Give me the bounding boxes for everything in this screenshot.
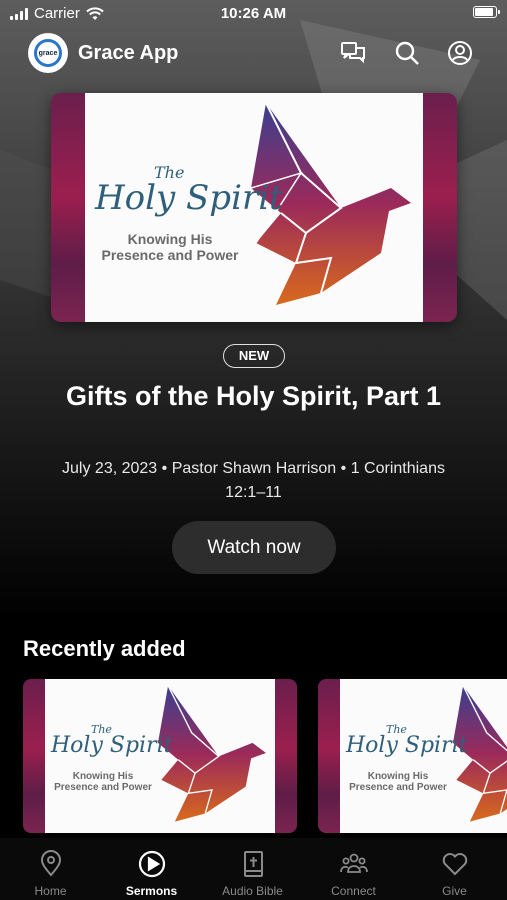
- tab-label: Audio Bible: [222, 884, 283, 898]
- artwork-script-title: Holy Spirit: [51, 733, 173, 758]
- featured-sermon-artwork[interactable]: The Holy Spirit Knowing His Presence and…: [51, 93, 457, 322]
- artwork-subtitle-line2: Presence and Power: [349, 782, 447, 793]
- church-logo[interactable]: grace: [28, 33, 68, 73]
- new-badge: NEW: [223, 344, 285, 368]
- tab-bar: Home Sermons Audio Bible Connect Give: [0, 838, 507, 900]
- artwork-script-title: Holy Spirit: [346, 733, 468, 758]
- recently-added-heading: Recently added: [23, 636, 186, 661]
- tab-audio-bible[interactable]: Audio Bible: [202, 838, 303, 900]
- tab-sermons[interactable]: Sermons: [101, 838, 202, 900]
- search-icon[interactable]: [393, 39, 421, 67]
- tab-label: Connect: [331, 884, 376, 898]
- sermon-title[interactable]: Gifts of the Holy Spirit, Part 1: [30, 378, 477, 415]
- tab-label: Sermons: [125, 884, 178, 898]
- tab-connect[interactable]: Connect: [303, 838, 404, 900]
- tab-label: Give: [442, 884, 467, 898]
- heart-icon: [441, 850, 469, 878]
- artwork-subtitle-line2: Presence and Power: [54, 782, 152, 793]
- play-circle-icon: [138, 850, 166, 878]
- tab-home[interactable]: Home: [0, 838, 101, 900]
- artwork-script-title: Holy Spirit: [95, 178, 283, 218]
- artwork-subtitle-line1: Knowing His: [72, 771, 134, 782]
- chat-icon[interactable]: [339, 39, 367, 67]
- tab-label: Home: [34, 884, 67, 898]
- people-icon: [340, 850, 368, 878]
- artwork-subtitle-line1: Knowing His: [127, 231, 213, 247]
- tab-give[interactable]: Give: [404, 838, 505, 900]
- sermon-meta: July 23, 2023 • Pastor Shawn Harrison • …: [62, 460, 445, 501]
- recent-sermon-card[interactable]: The Holy Spirit Knowing His Presence and…: [23, 679, 297, 833]
- profile-icon[interactable]: [446, 39, 474, 67]
- bible-icon: [239, 850, 267, 878]
- artwork-subtitle-line1: Knowing His: [367, 771, 429, 782]
- recent-sermon-card[interactable]: The Holy Spirit Knowing His Presence and…: [318, 679, 507, 833]
- logo-mark: grace: [34, 39, 62, 67]
- app-title: Grace App: [78, 42, 179, 64]
- battery-icon: [473, 6, 500, 18]
- status-bar: Carrier 10:26 AM: [0, 0, 507, 28]
- status-time: 10:26 AM: [220, 5, 287, 22]
- app-header: grace Grace App: [0, 30, 507, 76]
- artwork-subtitle-line2: Presence and Power: [101, 247, 239, 263]
- location-pin-icon: [37, 850, 65, 878]
- watch-now-button[interactable]: Watch now: [172, 521, 336, 574]
